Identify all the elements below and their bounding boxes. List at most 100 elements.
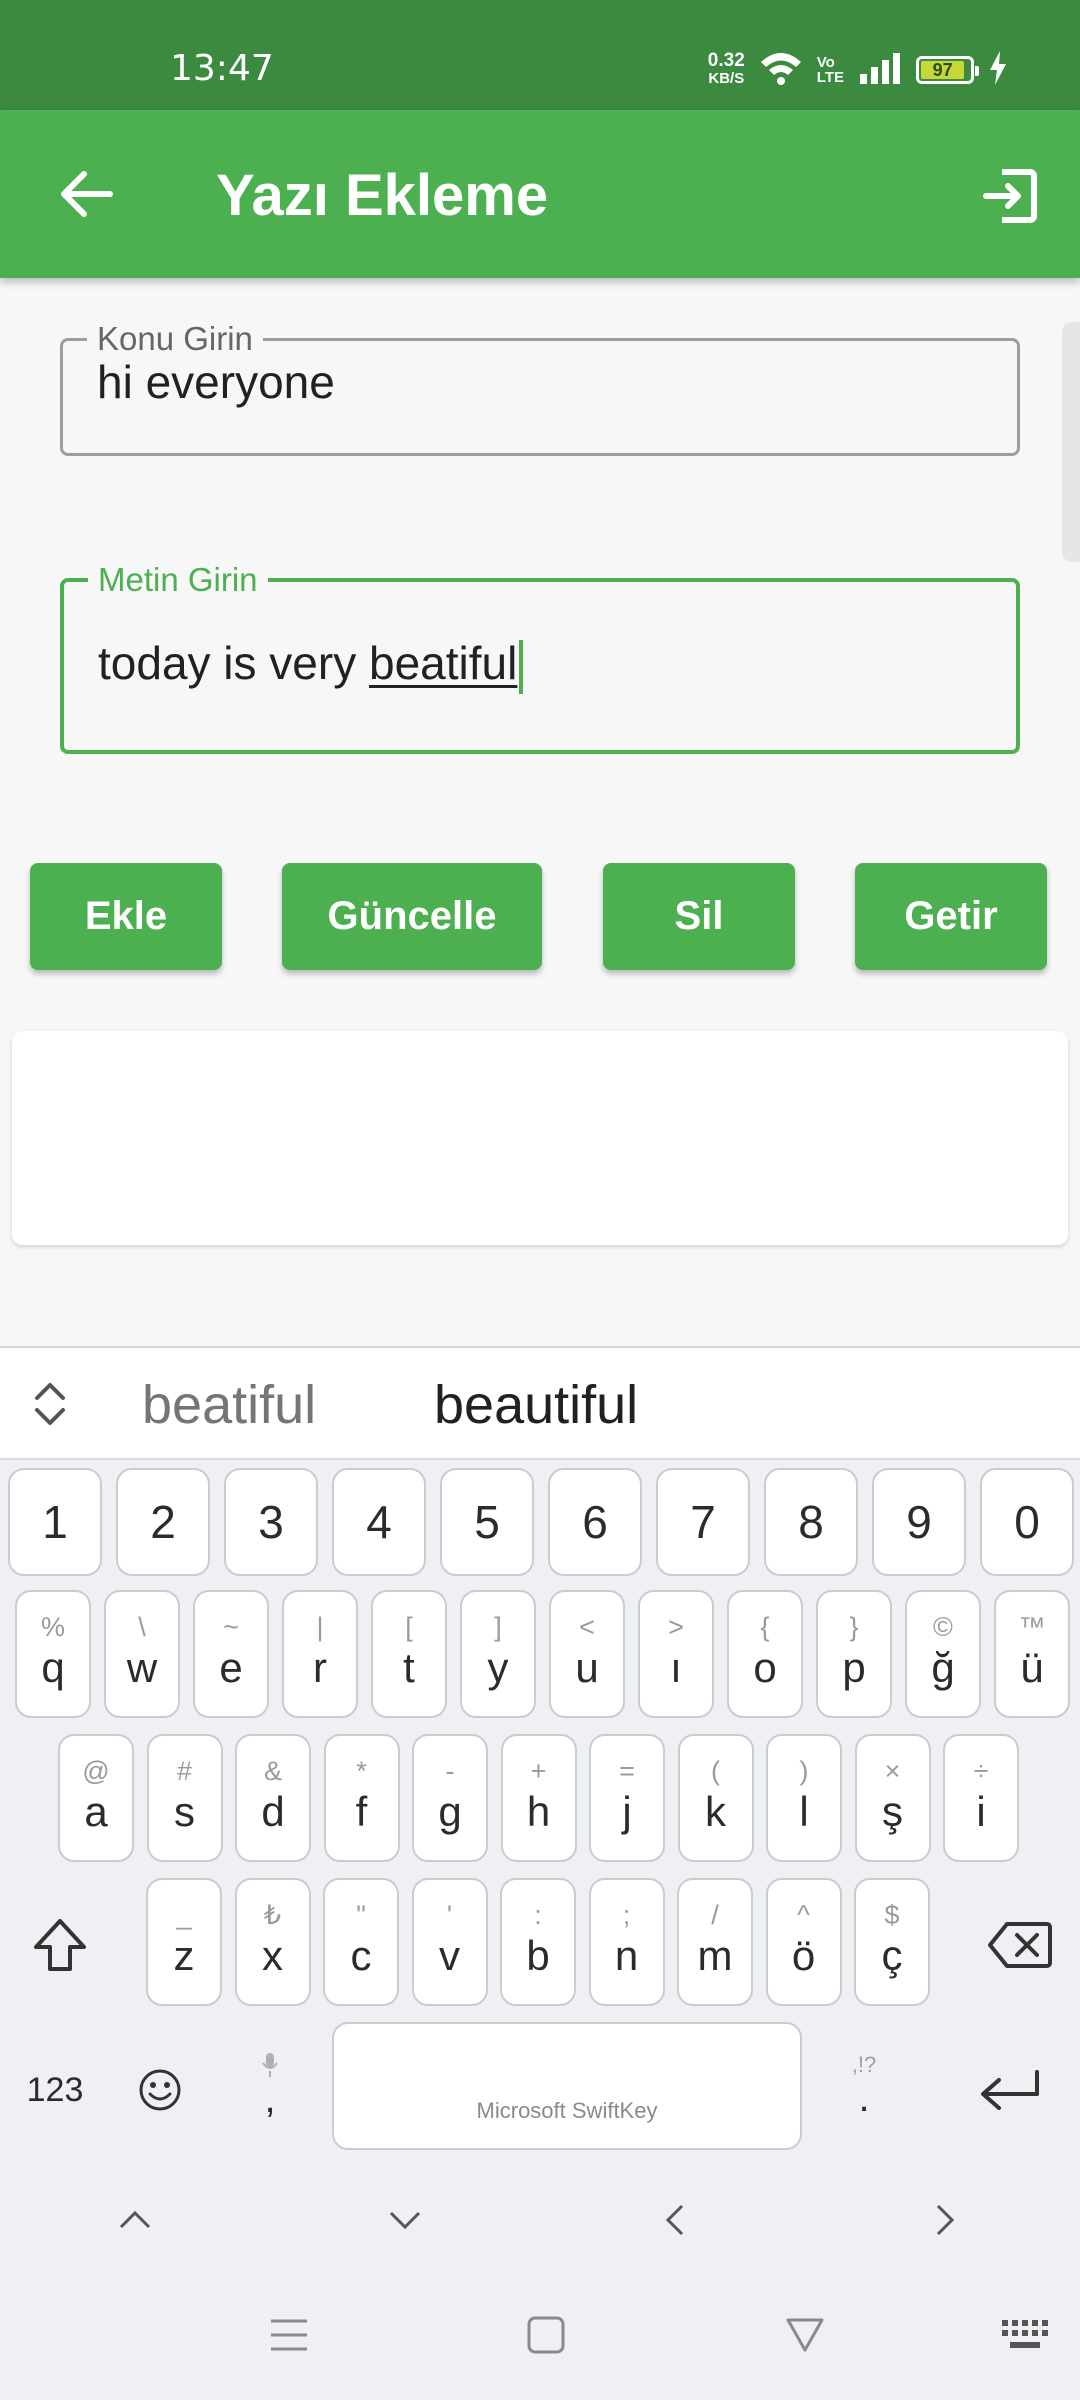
number-key[interactable]: 4 bbox=[332, 1468, 426, 1576]
exit-button[interactable] bbox=[970, 156, 1050, 236]
number-key[interactable]: 8 bbox=[764, 1468, 858, 1576]
fetch-button[interactable]: Getir bbox=[855, 863, 1047, 970]
chevron-up-down-icon bbox=[35, 1383, 65, 1425]
letter-key[interactable]: < u bbox=[549, 1590, 625, 1718]
symbols-key[interactable]: 123 bbox=[10, 2050, 100, 2130]
letter-key[interactable]: ; n bbox=[588, 1878, 665, 2006]
backspace-key[interactable] bbox=[980, 1900, 1060, 1990]
text-field[interactable]: Metin Girin today is very beatiful bbox=[60, 560, 1020, 754]
key-secondary-label: } bbox=[849, 1612, 859, 1642]
letter-key[interactable]: > ı bbox=[638, 1590, 714, 1718]
number-key[interactable]: 2 bbox=[116, 1468, 210, 1576]
letter-key[interactable]: % q bbox=[15, 1590, 91, 1718]
letter-key[interactable]: × ş bbox=[854, 1734, 931, 1862]
letter-key[interactable]: :b bbox=[500, 1878, 576, 2006]
number-key[interactable]: 5 bbox=[440, 1468, 534, 1576]
number-key[interactable]: 3 bbox=[224, 1468, 318, 1576]
recents-button[interactable] bbox=[244, 2290, 334, 2380]
letter-key[interactable]: {o bbox=[727, 1590, 803, 1718]
letter-key[interactable]: ^ ö bbox=[765, 1878, 842, 2006]
cursor-up-button[interactable] bbox=[100, 2195, 170, 2245]
subject-field-label: Konu Girin bbox=[87, 319, 263, 359]
letter-key[interactable]: # s bbox=[146, 1734, 223, 1862]
number-key[interactable]: 0 bbox=[980, 1468, 1074, 1576]
chevron-up-icon bbox=[119, 2210, 151, 2229]
number-key[interactable]: 7 bbox=[656, 1468, 750, 1576]
letter-key[interactable]: © ğ bbox=[905, 1590, 981, 1718]
letter-key[interactable]: $ ç bbox=[854, 1878, 930, 2006]
key-primary-label: t bbox=[403, 1644, 415, 1691]
keyboard-hide-button[interactable] bbox=[980, 2290, 1070, 2380]
letter-key[interactable]: \ w bbox=[104, 1590, 180, 1718]
add-button[interactable]: Ekle bbox=[30, 863, 222, 970]
letter-key[interactable]: _ z bbox=[146, 1878, 222, 2006]
key-primary-label: ş bbox=[882, 1788, 903, 1835]
chevron-left-icon bbox=[665, 2204, 684, 2236]
shift-icon bbox=[34, 1919, 86, 1971]
key-secondary-label: ₺ bbox=[263, 1900, 282, 1930]
letter-key[interactable]: ' v bbox=[411, 1878, 488, 2006]
key-primary-label: w bbox=[126, 1644, 158, 1691]
letter-key[interactable]: } p bbox=[816, 1590, 892, 1718]
key-primary-label: b bbox=[526, 1932, 550, 1979]
key-secondary-label: $ bbox=[884, 1900, 900, 1930]
battery-level: 97 bbox=[932, 59, 953, 80]
letter-key[interactable]: -g bbox=[412, 1734, 488, 1862]
key-secondary-label: ; bbox=[622, 1900, 631, 1930]
toolbar-toggle-button[interactable] bbox=[26, 1378, 74, 1430]
system-navigation-bar bbox=[0, 2270, 1080, 2400]
letter-key[interactable]: ~ e bbox=[193, 1590, 269, 1718]
letter-key[interactable]: + h bbox=[500, 1734, 577, 1862]
period-key[interactable]: ,!? . bbox=[834, 2030, 894, 2140]
cursor-left-button[interactable] bbox=[640, 2195, 710, 2245]
period-key-hint: ,!? bbox=[851, 2052, 877, 2077]
subject-field[interactable]: Konu Girin hi everyone bbox=[60, 319, 1020, 456]
letter-key[interactable]: ™ ü bbox=[994, 1590, 1070, 1718]
letter-key[interactable]: & d bbox=[235, 1734, 311, 1862]
letter-key[interactable]: / m bbox=[677, 1878, 753, 2006]
back-nav-button[interactable] bbox=[760, 2290, 850, 2380]
letter-key[interactable]: (k bbox=[677, 1734, 754, 1862]
key-primary-label: ğ bbox=[931, 1644, 955, 1691]
home-button[interactable] bbox=[501, 2290, 591, 2380]
space-bar[interactable]: Microsoft SwiftKey bbox=[332, 2022, 802, 2150]
number-key[interactable]: 9 bbox=[872, 1468, 966, 1576]
status-bar: 13:47 0.32 KB/S Vo LTE 97 bbox=[0, 0, 1080, 110]
letter-key[interactable]: * f bbox=[323, 1734, 400, 1862]
letter-key[interactable]: " c bbox=[323, 1878, 399, 2006]
signal-icon bbox=[858, 52, 902, 89]
key-primary-label: y bbox=[487, 1644, 509, 1691]
key-primary-label: i bbox=[976, 1788, 986, 1835]
letter-key[interactable]: | r bbox=[282, 1590, 358, 1718]
letter-key[interactable]: [t bbox=[371, 1590, 447, 1718]
back-button[interactable] bbox=[40, 148, 132, 240]
shift-key[interactable] bbox=[20, 1900, 100, 1990]
update-button[interactable]: Güncelle bbox=[282, 863, 542, 970]
backspace-icon bbox=[988, 1922, 1052, 1968]
letter-key[interactable]: @ a bbox=[58, 1734, 134, 1862]
number-key[interactable]: 6 bbox=[548, 1468, 642, 1576]
network-speed-unit: KB/S bbox=[708, 70, 745, 87]
letter-key[interactable]: = j bbox=[589, 1734, 665, 1862]
letter-key[interactable]: ] y bbox=[460, 1590, 536, 1718]
emoji-key[interactable] bbox=[130, 2050, 190, 2130]
key-primary-label: o bbox=[753, 1644, 777, 1691]
key-secondary-label: ( bbox=[711, 1756, 720, 1786]
suggestion-item[interactable]: beautiful bbox=[434, 1374, 638, 1436]
delete-button[interactable]: Sil bbox=[603, 863, 795, 970]
letter-key[interactable]: ÷ i bbox=[943, 1734, 1019, 1862]
side-scroll-indicator bbox=[1062, 322, 1080, 562]
key-primary-label: v bbox=[439, 1932, 460, 1979]
key-secondary-label: - bbox=[445, 1756, 455, 1786]
cursor-right-button[interactable] bbox=[910, 2195, 980, 2245]
suggestion-item[interactable]: beatiful bbox=[142, 1374, 316, 1436]
letter-key[interactable]: ₺ x bbox=[234, 1878, 311, 2006]
key-primary-label: q bbox=[41, 1644, 65, 1691]
cursor-down-button[interactable] bbox=[370, 2195, 440, 2245]
comma-key[interactable]: , bbox=[240, 2030, 300, 2140]
key-secondary-label: " bbox=[356, 1900, 366, 1930]
enter-key[interactable] bbox=[960, 2050, 1060, 2130]
key-secondary-label: = bbox=[619, 1756, 635, 1786]
number-key[interactable]: 1 bbox=[8, 1468, 102, 1576]
letter-key[interactable]: ) l bbox=[766, 1734, 842, 1862]
